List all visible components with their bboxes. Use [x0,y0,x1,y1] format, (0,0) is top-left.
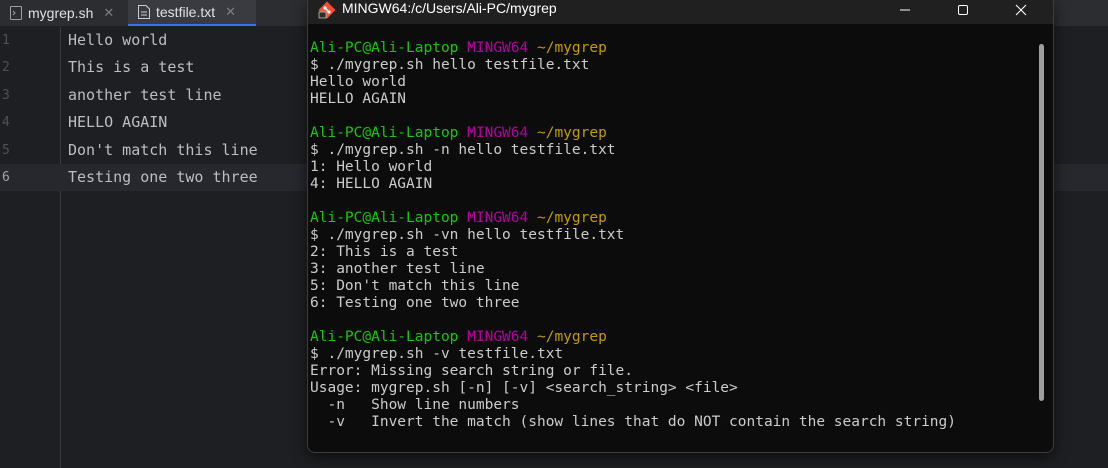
prompt-host: MINGW64 [467,125,529,141]
output-line: Usage: mygrep.sh [-n] [-v] <search_strin… [310,380,1030,397]
output-line: Error: Missing search string or file. [310,363,1030,380]
maximize-button[interactable] [940,0,986,22]
minimize-button[interactable] [882,0,928,22]
terminal-window[interactable]: MINGW64:/c/Users/Ali-PC/mygrep Ali-PC@Al… [307,0,1054,453]
command-text: $ ./mygrep.sh hello testfile.txt [310,57,590,73]
prompt-path: ~/mygrep [536,210,607,226]
close-icon[interactable]: ✕ [225,4,236,20]
prompt-host: MINGW64 [467,329,529,345]
output-text: -v Invert the match (show lines that do … [310,414,957,430]
tab-testfile-txt[interactable]: testfile.txt ✕ [128,0,256,26]
close-icon[interactable]: ✕ [103,5,114,21]
output-line: HELLO AGAIN [310,91,1030,108]
line-number: 4 [2,115,10,130]
output-line: Hello world [310,74,1030,91]
line-text: HELLO AGAIN [68,113,168,131]
output-line: 3: another test line [310,261,1030,278]
command-line: $ ./mygrep.sh hello testfile.txt [310,57,1030,74]
prompt-host: MINGW64 [467,210,529,226]
line-text: Hello world [68,31,168,49]
line-text: another test line [68,86,222,104]
command-text: $ ./mygrep.sh -n hello testfile.txt [310,142,616,158]
terminal-title: MINGW64:/c/Users/Ali-PC/mygrep [342,0,557,16]
terminal-output[interactable]: Ali-PC@Ali-Laptop MINGW64 ~/mygrep $ ./my… [310,40,1030,431]
command-line: $ ./mygrep.sh -vn hello testfile.txt [310,227,1030,244]
tab-label: testfile.txt [156,4,216,20]
output-line: -n Show line numbers [310,397,1030,414]
output-line: 6: Testing one two three [310,295,1030,312]
output-text: 6: Testing one two three [310,295,520,311]
prompt-path: ~/mygrep [536,40,607,56]
line-text: This is a test [68,58,195,76]
output-line: 2: This is a test [310,244,1030,261]
terminal-scrollbar[interactable] [1039,44,1044,401]
close-icon [1015,4,1027,16]
command-line: $ ./mygrep.sh -n hello testfile.txt [310,142,1030,159]
line-number: 5 [2,143,10,158]
output-text: Hello world [310,74,407,90]
prompt-line: Ali-PC@Ali-Laptop MINGW64 ~/mygrep [310,210,1030,227]
prompt-path: ~/mygrep [536,329,607,345]
git-bash-icon [318,1,338,21]
tab-label: mygrep.sh [28,5,94,21]
prompt-user: Ali-PC@Ali-Laptop [310,125,459,141]
line-number: 3 [2,88,10,103]
command-text: $ ./mygrep.sh -vn hello testfile.txt [310,227,625,243]
line-text: Don't match this line [68,141,258,159]
prompt-line: Ali-PC@Ali-Laptop MINGW64 ~/mygrep [310,125,1030,142]
shell-file-icon [10,6,22,20]
output-text: 2: This is a test [310,244,459,260]
line-number: 2 [2,60,10,75]
output-text: -n Show line numbers [310,397,520,413]
line-text: Testing one two three [68,168,258,186]
close-button[interactable] [998,0,1044,22]
prompt-host: MINGW64 [467,40,529,56]
output-line: -v Invert the match (show lines that do … [310,414,1030,431]
text-file-icon [138,5,150,19]
prompt-line: Ali-PC@Ali-Laptop MINGW64 ~/mygrep [310,329,1030,346]
tab-mygrep-sh[interactable]: mygrep.sh ✕ [10,0,114,26]
output-text: 4: HELLO AGAIN [310,176,433,192]
command-text: $ ./mygrep.sh -v testfile.txt [310,346,564,362]
output-text: HELLO AGAIN [310,91,407,107]
line-number: 6 [2,170,10,185]
prompt-user: Ali-PC@Ali-Laptop [310,40,459,56]
line-number: 1 [2,33,10,48]
output-text: 1: Hello world [310,159,433,175]
prompt-path: ~/mygrep [536,125,607,141]
command-line: $ ./mygrep.sh -v testfile.txt [310,346,1030,363]
output-line: 4: HELLO AGAIN [310,176,1030,193]
maximize-icon [958,5,968,15]
output-line: 1: Hello world [310,159,1030,176]
prompt-user: Ali-PC@Ali-Laptop [310,210,459,226]
prompt-user: Ali-PC@Ali-Laptop [310,329,459,345]
output-text: 3: another test line [310,261,485,277]
terminal-title-bar[interactable]: MINGW64:/c/Users/Ali-PC/mygrep [308,0,1053,24]
minimize-icon [900,9,910,11]
output-text: Error: Missing search string or file. [310,363,634,379]
output-line: 5: Don't match this line [310,278,1030,295]
output-text: Usage: mygrep.sh [-n] [-v] <search_strin… [310,380,738,396]
prompt-line: Ali-PC@Ali-Laptop MINGW64 ~/mygrep [310,40,1030,57]
output-text: 5: Don't match this line [310,278,520,294]
